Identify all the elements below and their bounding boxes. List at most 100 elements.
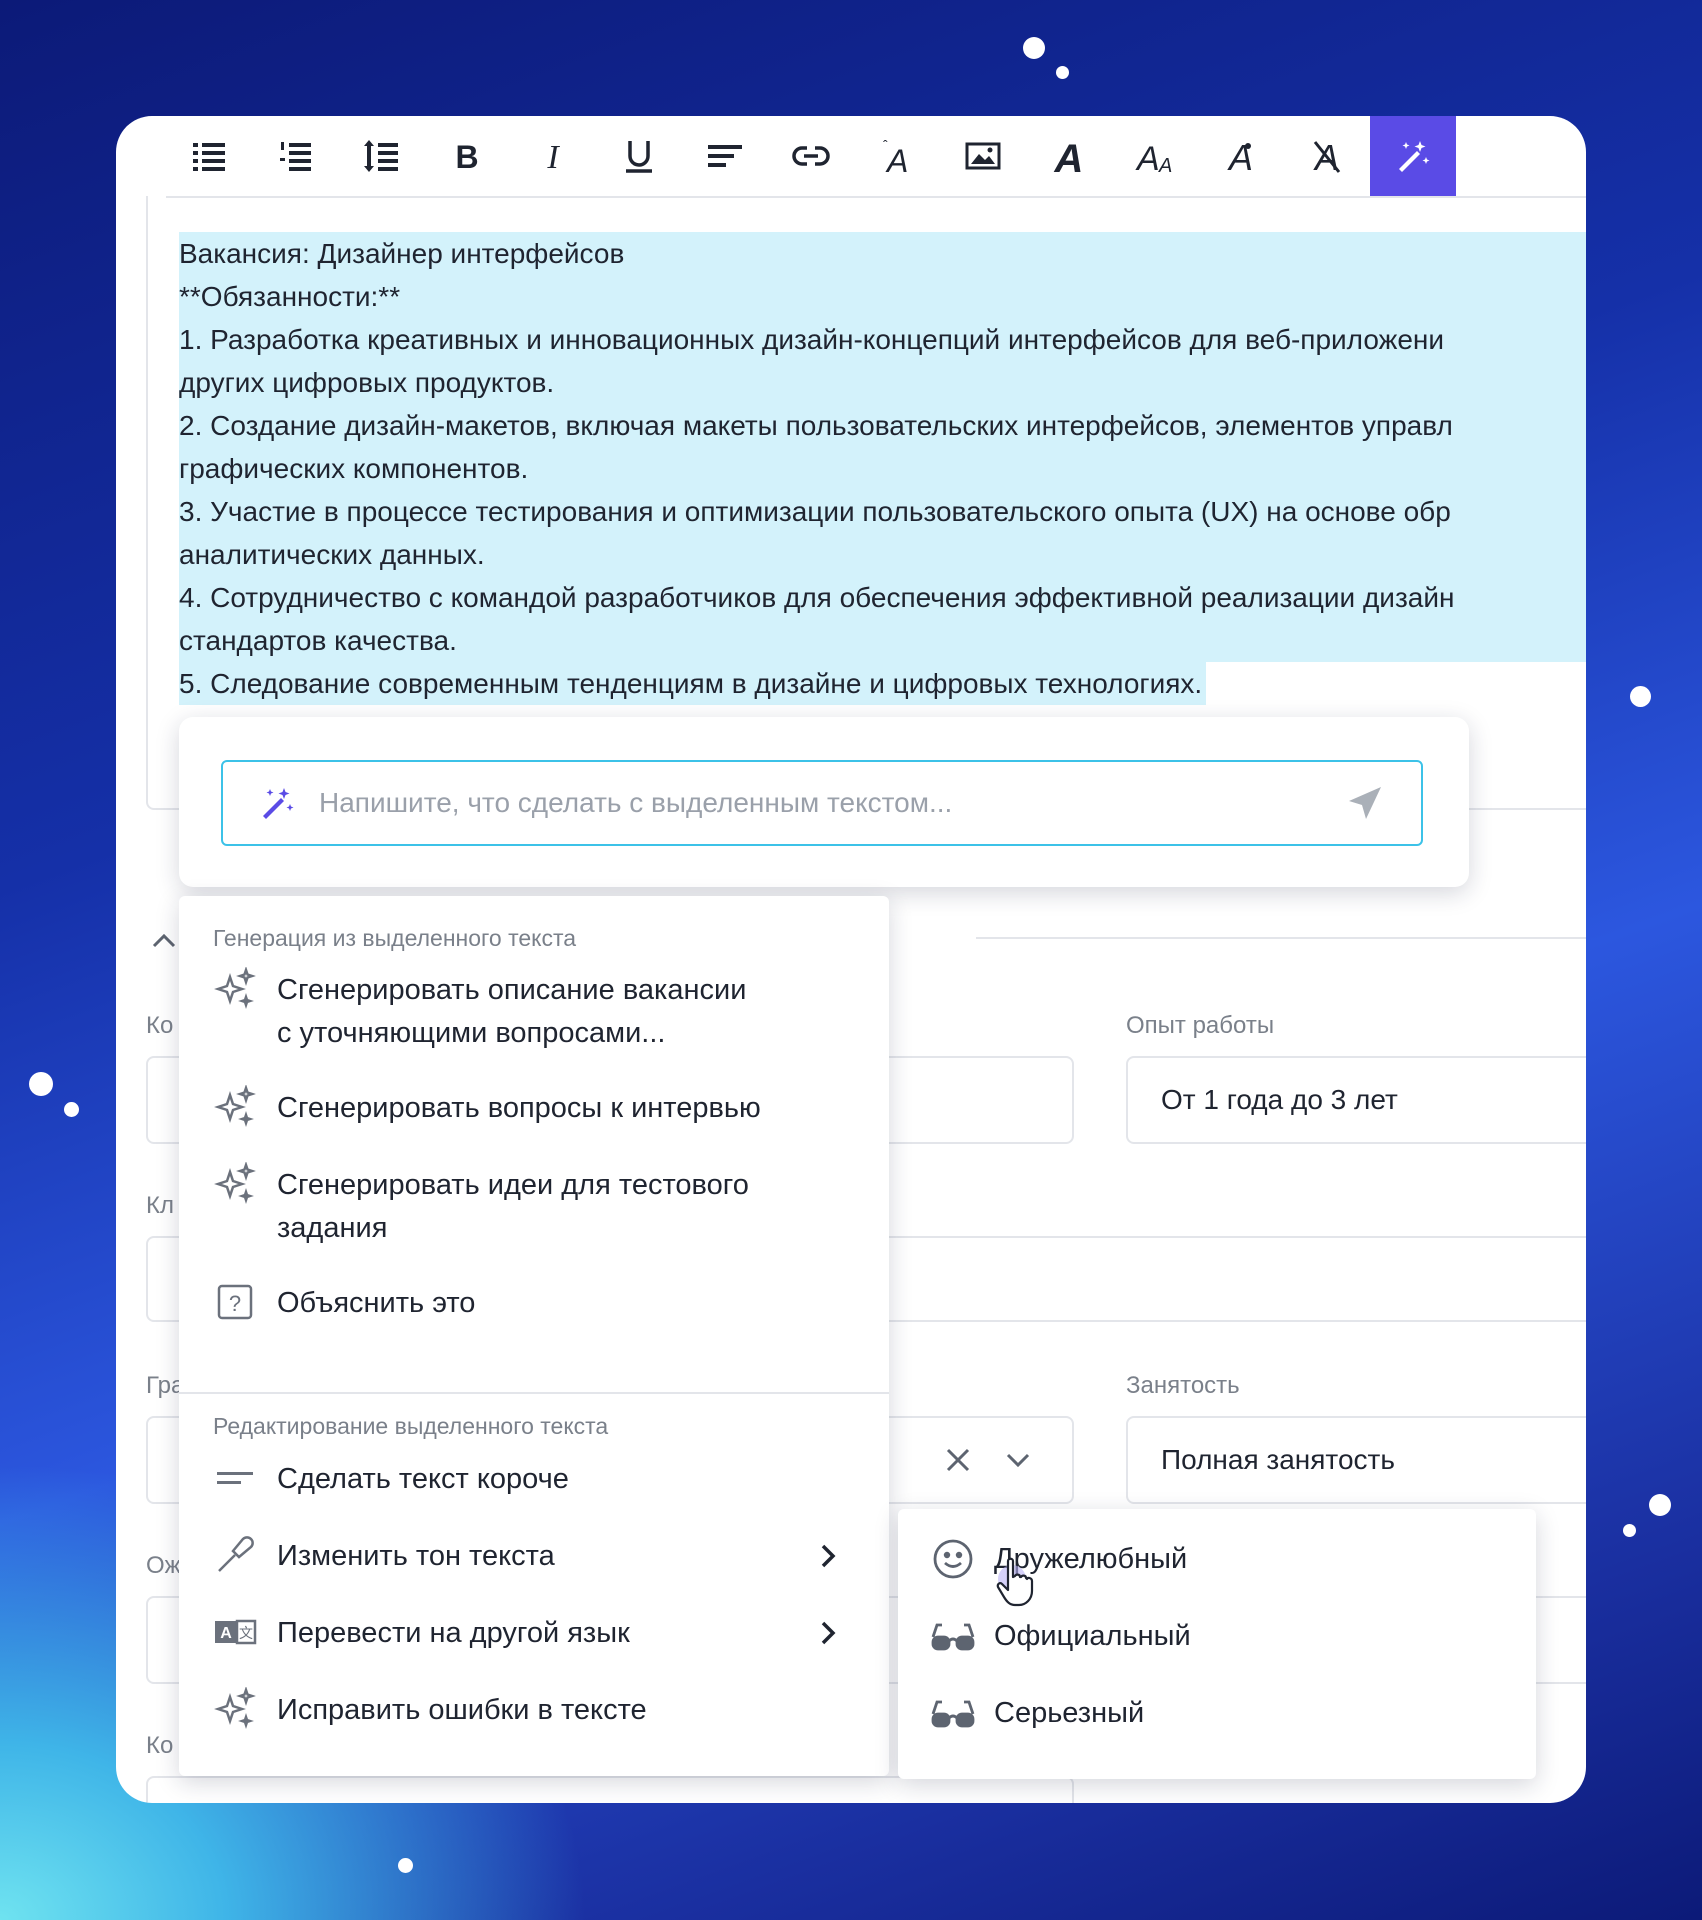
- font-button[interactable]: A: [1026, 116, 1112, 196]
- employment-select[interactable]: Полная занятость: [1126, 1416, 1586, 1504]
- menu-item-label: Изменить тон текста: [277, 1540, 555, 1572]
- glasses-icon: [931, 1623, 975, 1651]
- numbered-list-icon: [280, 142, 311, 171]
- decor-dot: [1023, 37, 1045, 59]
- numbered-list-button[interactable]: [252, 116, 338, 196]
- line-spacing-button[interactable]: [338, 116, 424, 196]
- text-line: других цифровых продуктов.: [179, 361, 1586, 404]
- chevron-right-icon: [821, 1621, 836, 1645]
- shorten-text-item[interactable]: Сделать текст короче: [213, 1458, 869, 1501]
- tone-label: Серьезный: [994, 1696, 1145, 1729]
- translate-item[interactable]: A文 Перевести на другой язык: [213, 1612, 869, 1655]
- generate-test-ideas-item[interactable]: Сгенерировать идеи для тестового задания: [213, 1162, 869, 1250]
- menu-item-label: задания: [277, 1212, 388, 1244]
- send-icon[interactable]: [1345, 783, 1385, 823]
- editor-card: B I ˆA A AA A A: [116, 116, 1586, 1803]
- field-label-clipped: Ко: [146, 1012, 174, 1039]
- clear-icon[interactable]: [942, 1444, 974, 1476]
- align-left-icon: [708, 145, 742, 167]
- experience-select[interactable]: От 1 года до 3 лет: [1126, 1056, 1586, 1144]
- link-button[interactable]: [768, 116, 854, 196]
- font-size-button[interactable]: AA: [1112, 116, 1198, 196]
- bulleted-list-icon: [193, 143, 225, 171]
- tone-serious-item[interactable]: Серьезный: [930, 1690, 1144, 1736]
- menu-item-label: Объяснить это: [277, 1287, 476, 1319]
- decor-dot: [1056, 66, 1069, 79]
- chevron-right-icon: [821, 1544, 836, 1568]
- text-line: стандартов качества.: [179, 619, 1586, 662]
- menu-item-label: Сгенерировать вопросы к интервью: [277, 1092, 761, 1124]
- clear-format-icon: A: [1313, 137, 1341, 176]
- ai-prompt-popup: [179, 717, 1469, 887]
- magic-wand-icon: [263, 788, 294, 819]
- fix-errors-item[interactable]: Исправить ошибки в тексте: [213, 1687, 869, 1732]
- ai-prompt-field[interactable]: [221, 760, 1423, 846]
- field-label-clipped: Ож: [146, 1552, 181, 1579]
- tone-friendly-item[interactable]: Дружелюбный: [930, 1536, 1187, 1582]
- shorten-icon: [217, 1472, 253, 1484]
- selected-text[interactable]: Вакансия: Дизайнер интерфейсов **Обязанн…: [179, 232, 1586, 705]
- menu-item-label: с уточняющими вопросами...: [277, 1017, 666, 1049]
- font-style-icon: A: [1227, 137, 1253, 176]
- italic-button[interactable]: I: [510, 116, 596, 196]
- menu-item-label: Сделать текст короче: [277, 1463, 569, 1495]
- text-line: 1. Разработка креативных и инновационных…: [179, 318, 1586, 361]
- menu-section-header: Генерация из выделенного текста: [213, 925, 577, 951]
- svg-text:A: A: [1135, 140, 1160, 176]
- decor-dot: [1623, 1524, 1636, 1537]
- svg-text:B: B: [455, 139, 478, 175]
- svg-text:?: ?: [229, 1291, 241, 1316]
- image-button[interactable]: [940, 116, 1026, 196]
- sparkle-icon: [214, 967, 256, 1009]
- magic-wand-icon: [1399, 141, 1430, 172]
- svg-text:A: A: [1227, 137, 1253, 176]
- sparkle-icon: [214, 1687, 256, 1729]
- tone-submenu: Дружелюбный Официальный Серьезный: [898, 1509, 1536, 1779]
- menu-divider: [179, 1392, 889, 1394]
- svg-text:A: A: [885, 143, 908, 176]
- image-icon: [965, 142, 1001, 170]
- field-input[interactable]: [146, 1776, 1074, 1803]
- tone-official-item[interactable]: Официальный: [930, 1613, 1191, 1659]
- align-button[interactable]: [682, 116, 768, 196]
- text-size-button[interactable]: ˆA: [854, 116, 940, 196]
- menu-item-label: Сгенерировать описание вакансии: [277, 974, 747, 1006]
- svg-text:文: 文: [239, 1625, 253, 1641]
- decor-dot: [64, 1102, 79, 1117]
- field-label-clipped: Кл: [146, 1192, 174, 1219]
- menu-item-label: Исправить ошибки в тексте: [277, 1694, 647, 1726]
- italic-icon: I: [546, 139, 560, 176]
- text-size-icon: ˆA: [883, 137, 908, 176]
- generate-description-item[interactable]: Сгенерировать описание вакансии с уточняю…: [213, 967, 869, 1055]
- decor-dot: [29, 1072, 53, 1096]
- link-icon: [792, 146, 830, 166]
- menu-item-label: Сгенерировать идеи для тестового: [277, 1169, 749, 1201]
- bold-icon: B: [455, 139, 478, 175]
- decor-dot: [398, 1858, 413, 1873]
- employment-value: Полная занятость: [1161, 1444, 1395, 1475]
- tone-label: Официальный: [994, 1619, 1191, 1652]
- font-style-button[interactable]: A: [1198, 116, 1284, 196]
- text-line: Вакансия: Дизайнер интерфейсов: [179, 232, 1586, 275]
- text-line: 5. Следование современным тенденциям в д…: [179, 662, 1207, 705]
- glasses-icon: [931, 1700, 975, 1728]
- menu-section-header: Редактирование выделенного текста: [213, 1413, 609, 1439]
- bold-button[interactable]: B: [424, 116, 510, 196]
- text-line: 3. Участие в процессе тестирования и опт…: [179, 490, 1586, 533]
- decor-dot: [1649, 1494, 1671, 1516]
- svg-text:A: A: [1158, 155, 1172, 176]
- explain-item[interactable]: ? Объяснить это: [213, 1282, 869, 1325]
- change-tone-item[interactable]: Изменить тон текста: [213, 1535, 869, 1578]
- sparkle-icon: [214, 1085, 256, 1127]
- chevron-up-icon[interactable]: [149, 926, 179, 956]
- svg-text:A: A: [1054, 137, 1084, 176]
- chevron-down-icon[interactable]: [1002, 1444, 1034, 1476]
- translate-icon: A文: [215, 1619, 257, 1645]
- bulleted-list-button[interactable]: [166, 116, 252, 196]
- underline-button[interactable]: [596, 116, 682, 196]
- ai-prompt-input[interactable]: [317, 786, 1345, 820]
- clear-format-button[interactable]: A: [1284, 116, 1370, 196]
- ai-magic-button[interactable]: [1370, 116, 1456, 196]
- hand-cursor-icon: [996, 1557, 1034, 1607]
- generate-interview-questions-item[interactable]: Сгенерировать вопросы к интервью: [213, 1085, 869, 1130]
